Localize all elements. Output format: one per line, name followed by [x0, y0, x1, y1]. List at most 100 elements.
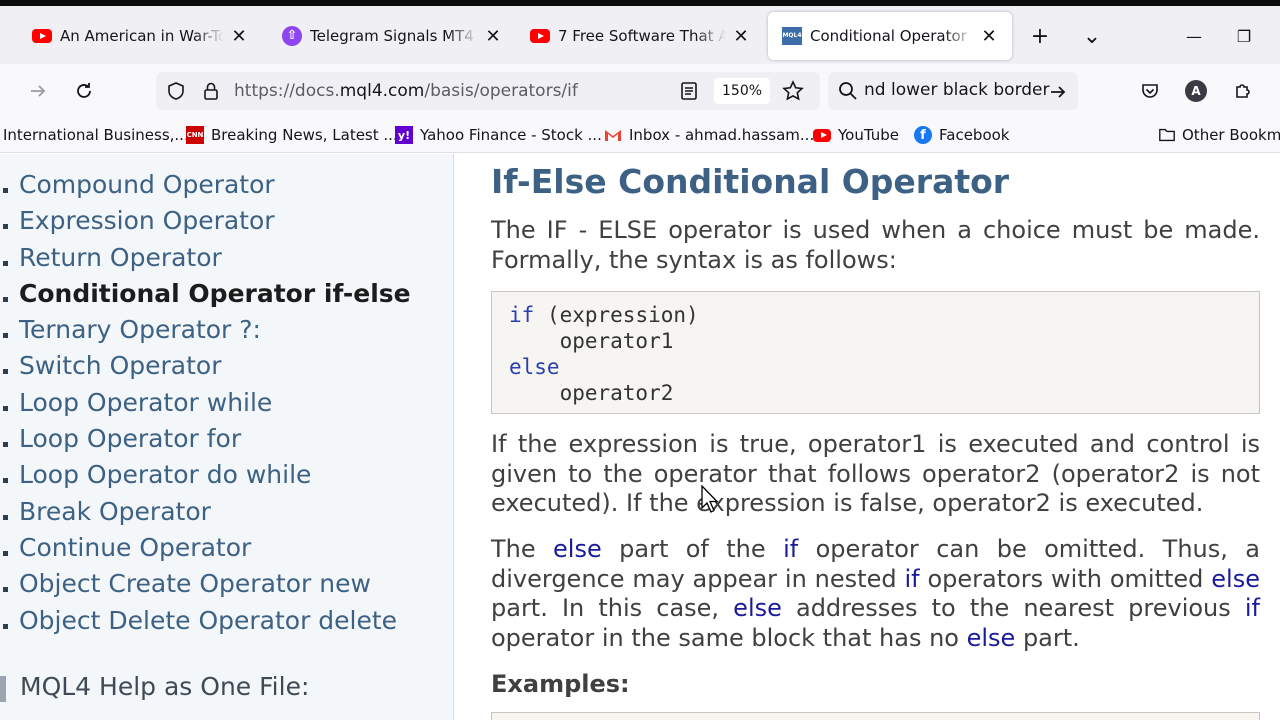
- cnn-icon: CNN: [186, 126, 204, 144]
- tab-title: 7 Free Software That Are Better: [558, 27, 726, 45]
- keyword-else: else: [966, 624, 1016, 653]
- puzzle-icon: [1236, 84, 1250, 98]
- operators-nav-list: Compound Operator Expression Operator Re…: [0, 168, 411, 640]
- page-viewport: Compound Operator Expression Operator Re…: [0, 154, 1280, 720]
- folder-icon: [1159, 128, 1175, 142]
- keyword-if: if: [904, 564, 920, 593]
- youtube-icon: [530, 26, 550, 46]
- tab-title: An American in War-Torn Ukraine: [60, 27, 224, 45]
- gmail-icon: [605, 130, 621, 141]
- close-icon[interactable]: ✕: [230, 26, 248, 47]
- keyword-else: else: [1211, 564, 1260, 593]
- extensions-button[interactable]: [1227, 75, 1259, 107]
- example-code-block: [491, 712, 1260, 720]
- zoom-level-badge[interactable]: 150%: [714, 78, 771, 104]
- sidebar-item-break-operator[interactable]: Break Operator: [0, 495, 411, 531]
- mouse-cursor-icon: [701, 485, 719, 513]
- bookmarks-toolbar: International Business,... CNN Breaking …: [0, 118, 1280, 153]
- telegram-copier-icon: ⇧: [282, 26, 302, 46]
- tab-conditional-operator[interactable]: MQL4 Conditional Operator if-else - MQL4…: [768, 12, 1012, 60]
- tab-american-ukraine[interactable]: An American in War-Torn Ukraine ✕: [18, 12, 262, 60]
- account-avatar[interactable]: A: [1185, 80, 1207, 102]
- bookmark-yahoo-finance[interactable]: y! Yahoo Finance - Stock ...: [395, 124, 602, 146]
- help-link-marker: [0, 676, 6, 702]
- arrow-right-icon: [31, 85, 46, 97]
- bookmark-label: Breaking News, Latest ...: [211, 126, 398, 144]
- else-omission-paragraph: The else part of the if operator can be …: [491, 535, 1261, 653]
- tab-strip: An American in War-Torn Ukraine ✕ ⇧ Tele…: [0, 0, 1280, 64]
- close-icon[interactable]: ✕: [732, 26, 750, 47]
- syntax-code-block: if (expression) operator1 else operator2: [491, 291, 1260, 414]
- sidebar-item-conditional-operator: Conditional Operator if-else: [0, 277, 411, 313]
- search-input[interactable]: nd lower black border: [864, 80, 1050, 100]
- bookmark-label: Inbox - ahmad.hassam...: [629, 126, 815, 144]
- tab-free-software[interactable]: 7 Free Software That Are Better ✕: [516, 12, 764, 60]
- sidebar-item-switch-operator[interactable]: Switch Operator: [0, 349, 411, 385]
- keyword-if: if: [1244, 594, 1261, 623]
- minimize-button[interactable]: —: [1174, 20, 1214, 52]
- url-bar[interactable]: https://docs.mql4.com/basis/operators/if…: [156, 72, 820, 110]
- bookmark-youtube[interactable]: YouTube: [813, 124, 899, 146]
- plus-icon: +: [1030, 23, 1050, 49]
- sidebar-item-expression-operator[interactable]: Expression Operator: [0, 204, 411, 240]
- navigation-toolbar: https://docs.mql4.com/basis/operators/if…: [0, 64, 1280, 118]
- sidebar-item-continue-operator[interactable]: Continue Operator: [0, 531, 411, 567]
- reload-button[interactable]: [68, 75, 100, 107]
- bookmark-other-bookmarks[interactable]: Other Bookmarks: [1158, 124, 1280, 146]
- sidebar-item-object-create[interactable]: Object Create Operator new: [0, 567, 411, 603]
- bookmark-star-icon[interactable]: [782, 80, 804, 102]
- restore-icon: ❐: [1236, 26, 1252, 46]
- sidebar: Compound Operator Expression Operator Re…: [0, 154, 454, 720]
- sidebar-item-compound-operator[interactable]: Compound Operator: [0, 168, 411, 204]
- new-tab-button[interactable]: +: [1024, 20, 1056, 52]
- sidebar-item-return-operator[interactable]: Return Operator: [0, 241, 411, 277]
- page-title: If-Else Conditional Operator: [491, 162, 1010, 201]
- keyword-else: else: [733, 594, 782, 623]
- sidebar-item-loop-while[interactable]: Loop Operator while: [0, 386, 411, 422]
- bookmark-gmail[interactable]: Inbox - ahmad.hassam...: [604, 124, 814, 146]
- reload-icon: [77, 83, 91, 98]
- page-scrollbar-track[interactable]: [1270, 154, 1280, 720]
- close-icon[interactable]: ✕: [484, 26, 502, 47]
- tab-telegram-signals[interactable]: ⇧ Telegram Signals MT4 Trade Copier ✕: [268, 12, 516, 60]
- chevron-down-icon: ⌄: [1082, 23, 1102, 49]
- reader-view-icon[interactable]: [680, 81, 698, 101]
- minimize-icon: —: [1186, 26, 1202, 46]
- bookmark-label: Other Bookmarks: [1182, 126, 1280, 144]
- shield-icon[interactable]: [166, 81, 186, 101]
- tab-title: Conditional Operator if-else - MQL4: [810, 27, 974, 45]
- bookmark-label: Yahoo Finance - Stock ...: [420, 126, 602, 144]
- tab-title: Telegram Signals MT4 Trade Copier: [310, 27, 478, 45]
- examples-heading: Examples:: [491, 670, 630, 698]
- pocket-button[interactable]: [1134, 75, 1166, 107]
- arrow-right-icon[interactable]: [1048, 82, 1068, 102]
- bookmark-ibt[interactable]: International Business,...: [3, 124, 189, 146]
- close-icon[interactable]: ✕: [980, 26, 998, 47]
- keyword-if: if: [783, 535, 799, 563]
- bookmark-label: YouTube: [838, 126, 899, 144]
- youtube-icon: [813, 126, 831, 144]
- lock-icon[interactable]: [202, 81, 220, 101]
- keyword-else: else: [553, 535, 602, 563]
- syntax-code: if (expression) operator1 else operator2: [509, 303, 699, 405]
- sidebar-item-loop-do-while[interactable]: Loop Operator do while: [0, 458, 411, 494]
- pocket-icon: [1142, 84, 1158, 98]
- sidebar-item-object-delete[interactable]: Object Delete Operator delete: [0, 604, 411, 640]
- sidebar-item-loop-for[interactable]: Loop Operator for: [0, 422, 411, 458]
- forward-button[interactable]: [22, 75, 54, 107]
- search-icon: [839, 82, 857, 100]
- facebook-icon: f: [914, 126, 932, 144]
- execution-paragraph: If the expression is true, operator1 is …: [491, 430, 1260, 518]
- window-top-border: [0, 0, 1280, 6]
- bookmark-label: International Business,...: [3, 126, 189, 144]
- list-all-tabs-button[interactable]: ⌄: [1076, 20, 1108, 52]
- sidebar-item-ternary-operator[interactable]: Ternary Operator ?:: [0, 313, 411, 349]
- url-text[interactable]: https://docs.mql4.com/basis/operators/if: [234, 81, 578, 101]
- search-bar[interactable]: nd lower black border: [828, 72, 1078, 110]
- intro-paragraph: The IF - ELSE operator is used when a ch…: [491, 216, 1260, 274]
- bookmark-cnn[interactable]: CNN Breaking News, Latest ...: [186, 124, 398, 146]
- youtube-icon: [32, 26, 52, 46]
- bookmark-facebook[interactable]: f Facebook: [914, 124, 1009, 146]
- help-one-file-link[interactable]: MQL4 Help as One File:: [20, 672, 309, 701]
- restore-button[interactable]: ❐: [1224, 20, 1264, 52]
